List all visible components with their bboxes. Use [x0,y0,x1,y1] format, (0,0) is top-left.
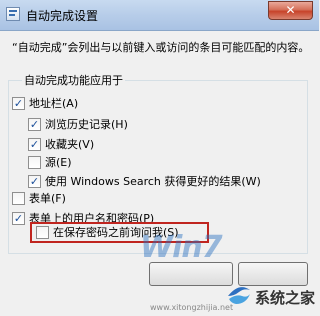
close-button[interactable]: ✕ [268,1,313,20]
window-title: 自动完成设置 [26,9,99,23]
favorites-label: 收藏夹(V) [45,138,95,151]
windows-search-checkbox[interactable]: ✓ [28,175,41,188]
watermark-url: www.xitongzhijia.net [150,303,234,312]
address-bar-label: 地址栏(A) [29,97,79,110]
forms-checkbox[interactable] [12,192,25,205]
forms-label: 表单(F) [29,192,66,205]
usernames-passwords-checkbox[interactable]: ✓ [12,212,25,225]
feeds-checkbox[interactable] [28,156,41,169]
description-text: “自动完成”会列出与以前键入或访问的条目可能匹配的内容。 [12,41,310,54]
ok-button[interactable] [149,262,233,286]
feeds-label: 源(E) [45,156,72,169]
title-bar: 自动完成设置 ✕ [0,0,319,31]
favorites-checkbox[interactable]: ✓ [28,138,41,151]
address-bar-checkbox[interactable]: ✓ [12,97,25,110]
windows-search-label: 使用 Windows Search 获得更好的结果(W) [45,175,261,188]
settings-window-icon [6,7,20,21]
group-title: 自动完成功能应用于 [22,72,125,88]
browse-history-checkbox[interactable]: ✓ [28,118,41,131]
watermark-site-name: 系统之家 [255,289,316,307]
browse-history-label: 浏览历史记录(H) [45,118,128,131]
cancel-button[interactable] [238,262,308,286]
close-icon: ✕ [285,3,296,17]
win7-watermark: Win7 [140,230,223,265]
